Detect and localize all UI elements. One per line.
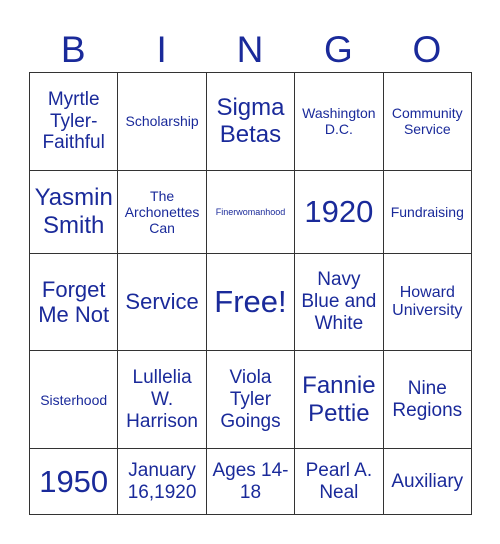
bingo-cell[interactable]: 1950 <box>28 448 119 515</box>
header-letter-n: N <box>236 29 264 70</box>
bingo-cell[interactable]: Sigma Betas <box>205 72 296 171</box>
bingo-cell[interactable]: Auxiliary <box>382 448 473 515</box>
bingo-cell[interactable]: Community Service <box>382 72 473 171</box>
bingo-cell[interactable]: Service <box>117 252 207 352</box>
bingo-cell[interactable]: Finerwomanhood <box>205 169 296 254</box>
bingo-row: Sisterhood Lullelia W. Harrison Viola Tyle… <box>28 350 473 450</box>
bingo-cell[interactable]: Washington D.C. <box>294 72 384 171</box>
bingo-row: Myrtle Tyler-Faithful Scholarship Sigma Be… <box>28 72 473 171</box>
bingo-cell[interactable]: 1920 <box>294 169 384 254</box>
free-space-cell[interactable]: Free! <box>205 252 296 352</box>
bingo-cell[interactable]: Nine Regions <box>382 350 473 450</box>
bingo-cell[interactable]: The Archonettes Can <box>117 169 207 254</box>
bingo-header: B I N G O <box>29 28 471 72</box>
bingo-cell[interactable]: Forget Me Not <box>28 252 119 352</box>
bingo-row: Yasmin Smith The Archonettes Can Finerwoma… <box>28 169 473 254</box>
bingo-row: Forget Me Not Service Free! Navy Blue and W… <box>28 252 473 352</box>
header-letter-i: I <box>156 29 167 70</box>
bingo-cell[interactable]: Yasmin Smith <box>28 169 119 254</box>
bingo-cell[interactable]: Fundraising <box>382 169 473 254</box>
header-letter-g: G <box>324 29 353 70</box>
bingo-cell[interactable]: January 16,1920 <box>117 448 207 515</box>
bingo-cell[interactable]: Ages 14-18 <box>205 448 296 515</box>
bingo-cell[interactable]: Lullelia W. Harrison <box>117 350 207 450</box>
header-letter-b: B <box>60 29 86 70</box>
bingo-cell[interactable]: Sisterhood <box>28 350 119 450</box>
bingo-cell[interactable]: Scholarship <box>117 72 207 171</box>
bingo-cell[interactable]: Fannie Pettie <box>294 350 384 450</box>
bingo-card: Myrtle Tyler-Faithful Scholarship Sigma Be… <box>28 72 473 515</box>
bingo-cell[interactable]: Myrtle Tyler-Faithful <box>28 72 119 171</box>
bingo-row: 1950 January 16,1920 Ages 14-18 Pearl A. Ne… <box>28 448 473 515</box>
bingo-cell[interactable]: Pearl A. Neal <box>294 448 384 515</box>
header-letter-o: O <box>412 29 442 70</box>
bingo-cell[interactable]: Viola Tyler Goings <box>205 350 296 450</box>
bingo-cell[interactable]: Howard University <box>382 252 473 352</box>
bingo-cell[interactable]: Navy Blue and White <box>294 252 384 352</box>
